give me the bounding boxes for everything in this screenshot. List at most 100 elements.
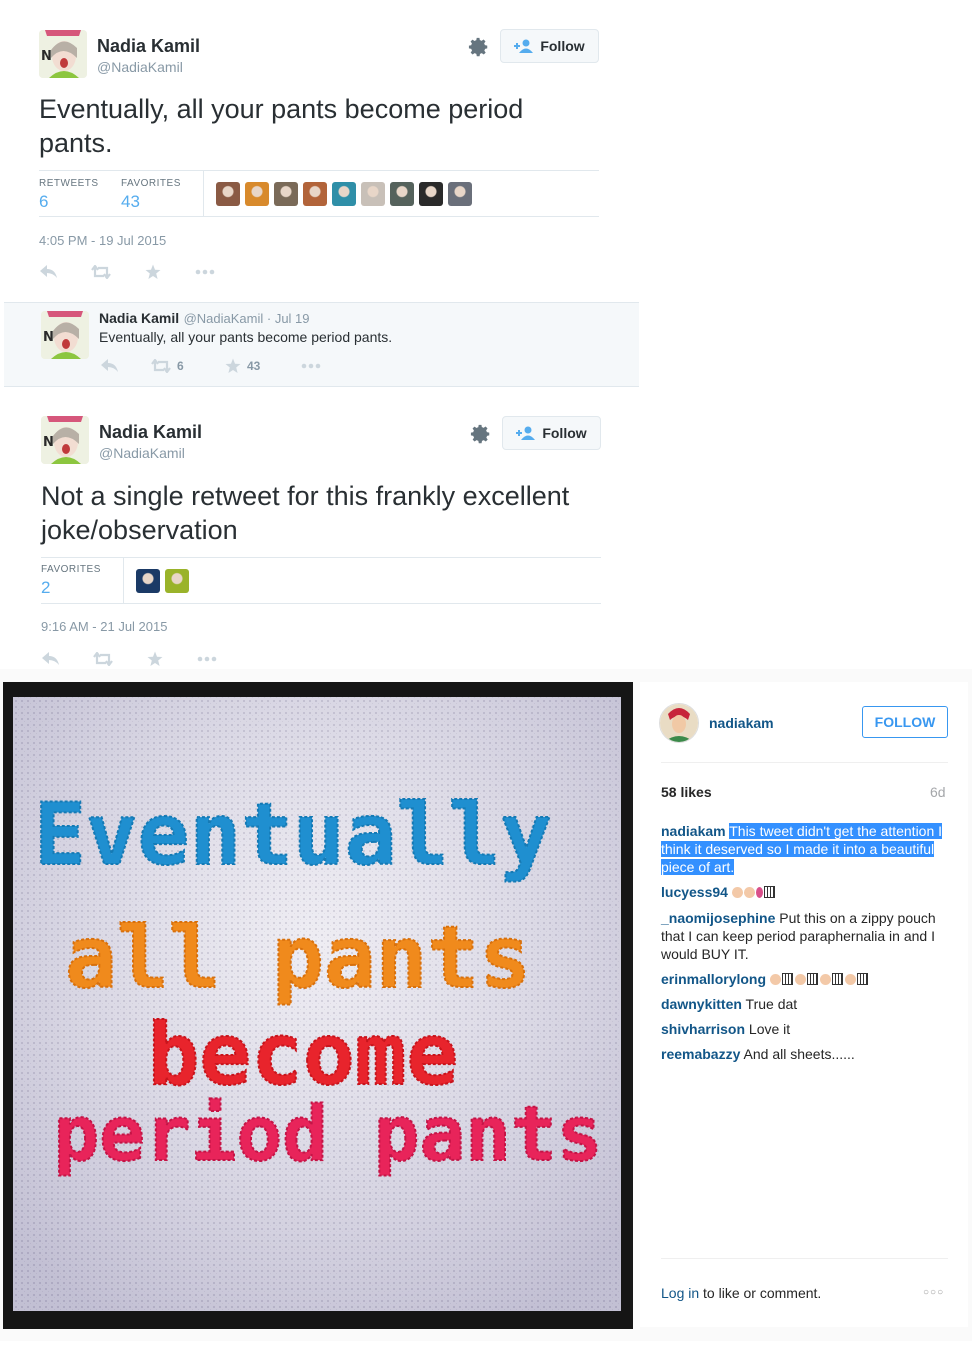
divider <box>203 170 204 217</box>
embed-meta[interactable]: @NadiaKamil · Jul 19 <box>184 311 310 326</box>
favoriter-avatar[interactable] <box>332 182 356 206</box>
comment: nadiakam This tweet didn't get the atten… <box>661 822 951 876</box>
divider <box>123 557 124 604</box>
comment: reemabazzy And all sheets...... <box>661 1045 951 1063</box>
divider <box>661 762 948 763</box>
retweets-count[interactable]: 6 <box>39 192 48 212</box>
follow-label: Follow <box>540 38 585 54</box>
comment: _naomijosephine Put this on a zippy pouc… <box>661 909 951 963</box>
ig-username[interactable]: nadiakam <box>709 715 774 731</box>
favorites-label: FAVORITES <box>41 564 101 575</box>
favoriter-avatar[interactable] <box>245 182 269 206</box>
retweets-label: RETWEETS <box>39 178 99 189</box>
comment-user[interactable]: lucyess94 <box>661 884 728 900</box>
embed-author-name[interactable]: Nadia Kamil <box>99 310 179 326</box>
comment: shivharrison Love it <box>661 1020 951 1038</box>
embed-favorite-count: 43 <box>247 359 261 373</box>
star-icon[interactable] <box>143 264 163 280</box>
favoriter-avatar[interactable] <box>165 569 189 593</box>
cross-stitch-photo[interactable]: Eventually all pants become period pants <box>3 682 633 1329</box>
reply-icon[interactable] <box>41 651 61 667</box>
comment-user[interactable]: erinmallorylong <box>661 971 766 987</box>
reply-icon[interactable] <box>39 264 59 280</box>
add-user-icon <box>514 39 534 53</box>
favoriter-avatar[interactable] <box>136 569 160 593</box>
favoriter-avatars <box>136 569 189 593</box>
retweet-icon[interactable] <box>91 264 111 280</box>
follow-button[interactable]: Follow <box>502 416 601 450</box>
favoriter-avatar[interactable] <box>274 182 298 206</box>
comment: dawnykitten True dat <box>661 995 951 1013</box>
more-icon[interactable] <box>195 264 215 280</box>
favorites-label: FAVORITES <box>121 178 181 189</box>
likes-count[interactable]: 58 likes <box>661 784 712 800</box>
star-icon <box>225 358 241 373</box>
stitch-line-4: period pants <box>53 1089 602 1178</box>
comment: erinmallorylong <box>661 970 951 988</box>
favoriter-avatars <box>216 182 472 206</box>
tweet-actions <box>41 651 249 667</box>
embed-text: Eventually, all your pants become period… <box>99 329 393 345</box>
comment-user[interactable]: reemabazzy <box>661 1046 740 1062</box>
svg-text:N: N <box>43 435 54 450</box>
favoriter-avatar[interactable] <box>216 182 240 206</box>
timestamp[interactable]: 4:05 PM - 19 Jul 2015 <box>39 233 166 248</box>
author-handle[interactable]: @NadiaKamil <box>97 59 183 75</box>
gear-icon[interactable] <box>470 423 492 445</box>
author-name[interactable]: Nadia Kamil <box>99 422 202 443</box>
comment-user[interactable]: shivharrison <box>661 1021 745 1037</box>
more-options-icon[interactable]: ○○○ <box>923 1287 944 1298</box>
avatar[interactable]: N <box>41 416 89 464</box>
tweet-text: Eventually, all your pants become period… <box>39 94 524 158</box>
svg-text:N: N <box>41 49 52 64</box>
comment-user[interactable]: nadiakam <box>661 823 726 839</box>
post-age[interactable]: 6d <box>930 784 946 800</box>
favorites-count[interactable]: 2 <box>41 578 50 598</box>
star-icon[interactable] <box>145 651 165 667</box>
ig-follow-button[interactable]: FOLLOW <box>862 706 948 738</box>
more-icon[interactable] <box>197 651 217 667</box>
embed-reply[interactable] <box>101 359 119 373</box>
author-name[interactable]: Nadia Kamil <box>97 36 200 57</box>
favoriter-avatar[interactable] <box>448 182 472 206</box>
favoriter-avatar[interactable] <box>390 182 414 206</box>
favoriter-avatar[interactable] <box>361 182 385 206</box>
favorites-count[interactable]: 43 <box>121 192 140 212</box>
avatar[interactable] <box>659 703 699 743</box>
login-rest: to like or comment. <box>699 1285 822 1301</box>
retweet-icon[interactable] <box>93 651 113 667</box>
favoriter-avatar[interactable] <box>303 182 327 206</box>
divider <box>41 603 601 604</box>
svg-text:N: N <box>43 330 54 345</box>
avatar[interactable]: N <box>39 30 87 78</box>
divider <box>661 1258 948 1259</box>
gear-icon[interactable] <box>468 36 490 58</box>
divider <box>39 216 599 217</box>
timestamp[interactable]: 9:16 AM - 21 Jul 2015 <box>41 619 167 634</box>
comment: lucyess94 <box>661 883 951 901</box>
emoji-clap-icon <box>769 971 870 987</box>
divider <box>39 170 599 171</box>
divider <box>41 557 601 558</box>
embed-favorite[interactable]: 43 <box>225 358 260 374</box>
tweet-actions <box>39 264 247 280</box>
emoji-clap-icon <box>731 884 777 900</box>
author-handle[interactable]: @NadiaKamil <box>99 445 185 461</box>
avatar[interactable]: N <box>41 311 89 359</box>
embed-retweet-count: 6 <box>177 359 184 373</box>
stitch-line-2: all pants <box>65 908 531 1008</box>
tweet-text: Not a single retweet for this frankly ex… <box>41 481 570 545</box>
comment-text: And all sheets...... <box>743 1046 855 1062</box>
comment-user[interactable]: _naomijosephine <box>661 910 775 926</box>
retweet-icon <box>151 359 171 373</box>
comment-text: Love it <box>748 1021 791 1037</box>
embed-retweet[interactable]: 6 <box>151 359 184 373</box>
comment-user[interactable]: dawnykitten <box>661 996 742 1012</box>
login-link[interactable]: Log in <box>661 1285 699 1301</box>
embed-more[interactable] <box>301 363 321 369</box>
stitch-line-1: Eventually <box>34 785 552 885</box>
follow-button[interactable]: Follow <box>500 29 599 63</box>
more-icon <box>301 363 321 369</box>
favoriter-avatar[interactable] <box>419 182 443 206</box>
reply-icon <box>101 359 118 372</box>
